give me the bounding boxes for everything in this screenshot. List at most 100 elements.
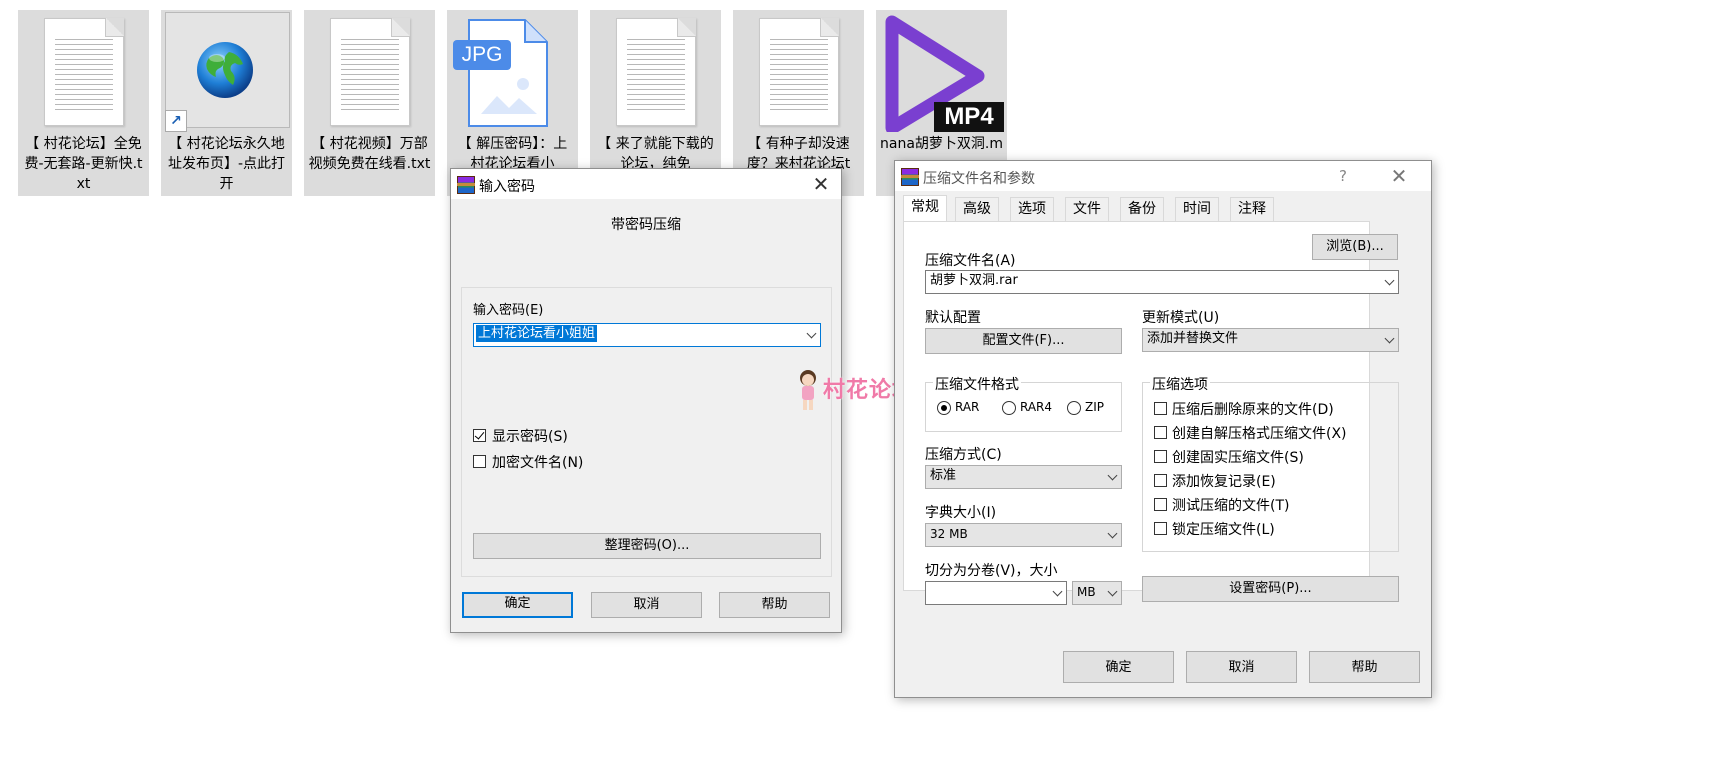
winrar-icon <box>457 176 475 194</box>
file-name: 【 村花论坛永久地址发布页】-点此打开 <box>167 136 286 192</box>
password-dialog: 输入密码 ✕ 带密码压缩 输入密码(E) 上村花论坛看小姐姐 显示密码(S) 加… <box>450 168 842 633</box>
archive-dialog-titlebar[interactable]: 压缩文件名和参数 ? ✕ <box>895 161 1431 191</box>
tab-backup[interactable]: 备份 <box>1120 197 1164 221</box>
sfx-label[interactable]: 创建自解压格式压缩文件(X) <box>1172 423 1347 443</box>
method-label: 压缩方式(C) <box>925 447 1002 463</box>
winrar-icon <box>901 168 919 186</box>
password-value: 上村花论坛看小姐姐 <box>476 325 598 342</box>
method-select[interactable]: 标准 <box>925 465 1122 489</box>
lock-archive-label[interactable]: 锁定压缩文件(L) <box>1172 519 1275 539</box>
set-password-button[interactable]: 设置密码(P)... <box>1142 576 1399 602</box>
chevron-down-icon[interactable] <box>1052 586 1063 597</box>
organize-passwords-button[interactable]: 整理密码(O)... <box>473 533 821 559</box>
archive-name-label: 压缩文件名(A) <box>925 253 1016 269</box>
txt-file-icon <box>18 10 149 132</box>
chevron-down-icon[interactable] <box>1107 470 1118 481</box>
sfx-checkbox[interactable] <box>1154 426 1167 439</box>
tab-options[interactable]: 选项 <box>1010 197 1054 221</box>
jpg-file-icon: JPG <box>447 10 578 132</box>
tab-time[interactable]: 时间 <box>1175 197 1219 221</box>
dictionary-select[interactable]: 32 MB <box>925 523 1122 547</box>
shortcut-arrow-icon: ↗ <box>165 110 187 132</box>
file-tile-1[interactable]: 【 村花论坛】全免费-无套路-更新快.txt <box>18 10 149 196</box>
format-zip-label[interactable]: ZIP <box>1085 400 1104 414</box>
options-group-title: 压缩选项 <box>1150 374 1210 394</box>
tab-general[interactable]: 常规 <box>903 195 947 222</box>
dialog-heading: 带密码压缩 <box>611 217 681 233</box>
recovery-record-checkbox[interactable] <box>1154 474 1167 487</box>
solid-checkbox[interactable] <box>1154 450 1167 463</box>
format-rar4-radio[interactable] <box>1002 401 1016 415</box>
close-icon[interactable]: ✕ <box>809 173 833 195</box>
archive-name-value: 胡萝卜双洞.rar <box>930 273 1018 288</box>
update-mode-label: 更新模式(U) <box>1142 310 1220 326</box>
split-unit-value: MB <box>1077 585 1096 599</box>
split-size-input[interactable] <box>925 581 1067 605</box>
dialog-title: 输入密码 <box>479 179 535 195</box>
format-group-title: 压缩文件格式 <box>933 374 1021 394</box>
cancel-button[interactable]: 取消 <box>1186 651 1297 683</box>
split-unit-select[interactable]: MB <box>1072 581 1122 605</box>
method-value: 标准 <box>930 468 957 483</box>
jpg-badge: JPG <box>453 40 511 70</box>
ok-button[interactable]: 确定 <box>462 592 573 618</box>
dialog-title: 压缩文件名和参数 <box>923 171 1035 187</box>
web-shortcut-icon: ↗ <box>161 10 292 132</box>
tab-comment[interactable]: 注释 <box>1230 197 1274 221</box>
file-name: nana胡萝卜双洞.mp4 <box>880 136 1003 152</box>
txt-file-icon <box>733 10 864 132</box>
file-name: 【 村花论坛】全免费-无套路-更新快.txt <box>24 136 143 192</box>
mp4-badge: MP4 <box>934 102 1004 132</box>
test-files-checkbox[interactable] <box>1154 498 1167 511</box>
chevron-down-icon[interactable] <box>1384 275 1395 286</box>
dictionary-label: 字典大小(I) <box>925 505 997 521</box>
update-mode-select[interactable]: 添加并替换文件 <box>1142 328 1399 352</box>
lock-archive-checkbox[interactable] <box>1154 522 1167 535</box>
general-tab-panel: 压缩文件名(A) 浏览(B)... 胡萝卜双洞.rar 默认配置 配置文件(F)… <box>903 221 1399 605</box>
help-button[interactable]: 帮助 <box>719 592 830 618</box>
split-label: 切分为分卷(V)，大小 <box>925 563 1058 579</box>
profile-button[interactable]: 配置文件(F)... <box>925 328 1122 354</box>
ok-button[interactable]: 确定 <box>1063 651 1174 683</box>
girl-mascot-icon <box>800 370 816 410</box>
password-dialog-titlebar[interactable]: 输入密码 ✕ <box>451 169 841 199</box>
tab-files[interactable]: 文件 <box>1065 197 1109 221</box>
help-icon[interactable]: ? <box>1331 165 1355 187</box>
recovery-record-label[interactable]: 添加恢复记录(E) <box>1172 471 1276 491</box>
archive-dialog: 压缩文件名和参数 ? ✕ 常规 高级 选项 文件 备份 时间 注释 压缩文件名(… <box>894 160 1432 698</box>
solid-label[interactable]: 创建固实压缩文件(S) <box>1172 447 1304 467</box>
show-password-label[interactable]: 显示密码(S) <box>492 426 568 446</box>
mp4-file-icon: MP4 <box>876 10 1007 132</box>
file-tile-2[interactable]: ↗ 【 村花论坛永久地址发布页】-点此打开 <box>161 10 292 196</box>
txt-file-icon <box>304 10 435 132</box>
txt-file-icon <box>590 10 721 132</box>
cancel-button[interactable]: 取消 <box>591 592 702 618</box>
dictionary-value: 32 MB <box>930 527 968 541</box>
format-rar-label[interactable]: RAR <box>955 400 979 414</box>
archive-name-input[interactable]: 胡萝卜双洞.rar <box>925 270 1399 294</box>
close-icon[interactable]: ✕ <box>1387 165 1411 187</box>
file-name: 【 村花视频】万部视频免费在线看.txt <box>308 136 431 172</box>
help-button[interactable]: 帮助 <box>1309 651 1420 683</box>
profile-label: 默认配置 <box>925 310 981 326</box>
browse-button[interactable]: 浏览(B)... <box>1312 234 1398 260</box>
update-mode-value: 添加并替换文件 <box>1147 331 1239 346</box>
password-input[interactable]: 上村花论坛看小姐姐 <box>473 323 821 347</box>
chevron-down-icon[interactable] <box>1384 333 1395 344</box>
password-label: 输入密码(E) <box>473 303 544 318</box>
chevron-down-icon[interactable] <box>1107 586 1118 597</box>
chevron-down-icon[interactable] <box>1107 528 1118 539</box>
format-rar-radio[interactable] <box>937 401 951 415</box>
encrypt-filenames-checkbox[interactable] <box>473 455 486 468</box>
encrypt-filenames-label[interactable]: 加密文件名(N) <box>492 452 583 472</box>
test-files-label[interactable]: 测试压缩的文件(T) <box>1172 495 1289 515</box>
format-rar4-label[interactable]: RAR4 <box>1020 400 1052 414</box>
globe-icon <box>197 42 253 98</box>
chevron-down-icon[interactable] <box>806 328 817 339</box>
format-zip-radio[interactable] <box>1067 401 1081 415</box>
delete-after-label[interactable]: 压缩后删除原来的文件(D) <box>1172 399 1334 419</box>
file-tile-3[interactable]: 【 村花视频】万部视频免费在线看.txt <box>304 10 435 196</box>
show-password-checkbox[interactable] <box>473 429 486 442</box>
delete-after-checkbox[interactable] <box>1154 402 1167 415</box>
tab-advanced[interactable]: 高级 <box>955 197 999 221</box>
